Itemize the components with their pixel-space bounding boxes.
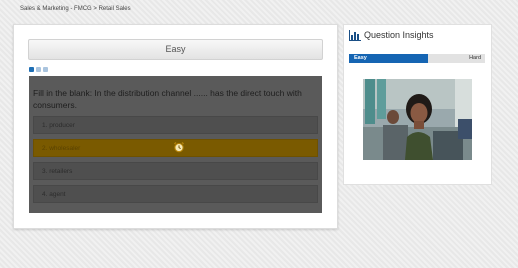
alarm-clock-icon (173, 141, 185, 153)
webcam-video (363, 79, 472, 160)
question-text: Fill in the blank: In the distribution c… (33, 88, 302, 110)
question-card: Fill in the blank: In the distribution c… (29, 76, 322, 213)
answer-option-label: 2. wholesaler (42, 145, 81, 152)
answer-option-label: 4. agent (42, 191, 66, 198)
difficulty-hard-label: Hard (469, 55, 481, 61)
answer-option-selected[interactable]: 2. wholesaler (33, 139, 318, 157)
bar-chart-icon (349, 30, 361, 41)
breadcrumb: Sales & Marketing - FMCG > Retail Sales (20, 6, 131, 12)
breadcrumb-separator: - (70, 6, 73, 12)
breadcrumb-topic[interactable]: Retail Sales (99, 6, 131, 12)
breadcrumb-separator: > (93, 6, 97, 12)
difficulty-level-label: Easy (28, 39, 323, 60)
answer-option-label: 1. producer (42, 122, 75, 129)
pagination-dot[interactable] (29, 67, 34, 72)
question-pagination (29, 67, 48, 72)
pagination-dot[interactable] (43, 67, 48, 72)
pagination-dot[interactable] (36, 67, 41, 72)
answer-option[interactable]: 1. producer (33, 116, 318, 134)
answer-option-label: 3. retailers (42, 168, 73, 175)
difficulty-easy-label: Easy (354, 55, 367, 61)
breadcrumb-subcategory[interactable]: FMCG (74, 6, 92, 12)
answer-option[interactable]: 4. agent (33, 185, 318, 203)
difficulty-meter: Easy Hard (349, 54, 485, 63)
question-panel: Easy Fill in the blank: In the distribut… (13, 24, 338, 229)
question-insights-panel: Question Insights Easy Hard (343, 24, 492, 185)
answer-option[interactable]: 3. retailers (33, 162, 318, 180)
breadcrumb-category[interactable]: Sales & Marketing (20, 6, 69, 12)
webcam-feed-image (363, 79, 472, 160)
insights-title: Question Insights (364, 30, 434, 40)
